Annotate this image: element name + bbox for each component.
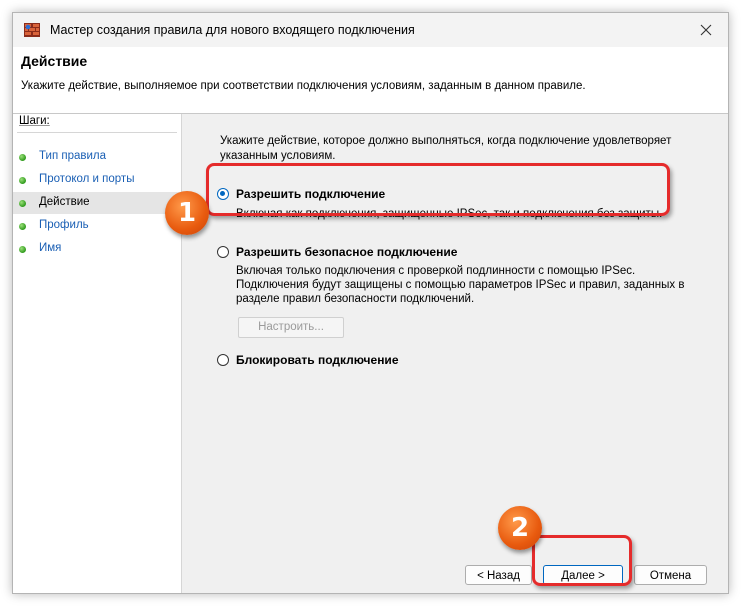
block-connection-label[interactable]: Блокировать подключение bbox=[236, 353, 399, 367]
intro-text: Укажите действие, которое должно выполня… bbox=[220, 135, 672, 162]
step-status-icon bbox=[19, 177, 26, 184]
step-label: Действие bbox=[39, 196, 90, 208]
step-name[interactable]: Имя bbox=[13, 238, 181, 260]
firewall-wall-icon bbox=[24, 23, 40, 37]
step-label[interactable]: Тип правила bbox=[39, 150, 106, 162]
back-button[interactable]: < Назад bbox=[465, 565, 532, 585]
wizard-window: Мастер создания правила для нового входя… bbox=[12, 12, 729, 594]
steps-title: Шаги: bbox=[19, 115, 50, 127]
step-action: Действие bbox=[13, 192, 181, 214]
description-line: Включая только подключения с проверкой п… bbox=[236, 265, 636, 277]
page-title: Действие bbox=[21, 53, 88, 69]
description-line: Подключения будут защищены с помощью пар… bbox=[236, 279, 685, 291]
allow-secure-connection-radio[interactable] bbox=[217, 246, 229, 258]
step-status-icon bbox=[19, 223, 26, 230]
description-line: разделе правил безопасности подключений. bbox=[236, 293, 475, 305]
step-label[interactable]: Профиль bbox=[39, 219, 89, 231]
wizard-header: Действие Укажите действие, выполняемое п… bbox=[13, 47, 728, 114]
block-connection-radio[interactable] bbox=[217, 354, 229, 366]
step-label[interactable]: Имя bbox=[39, 242, 61, 254]
step-badge-2: 2 bbox=[498, 506, 542, 550]
allow-secure-connection-label[interactable]: Разрешить безопасное подключение bbox=[236, 245, 457, 259]
steps-divider bbox=[17, 132, 177, 133]
close-icon bbox=[700, 24, 712, 36]
page-description: Укажите действие, выполняемое при соотве… bbox=[21, 80, 586, 92]
step-badge-1: 1 bbox=[165, 191, 209, 235]
close-button[interactable] bbox=[692, 17, 720, 43]
step-profile[interactable]: Профиль bbox=[13, 215, 181, 237]
title-bar: Мастер создания правила для нового входя… bbox=[13, 13, 728, 47]
allow-secure-description: Включая только подключения с проверкой п… bbox=[236, 264, 684, 306]
step-protocol-ports[interactable]: Протокол и порты bbox=[13, 169, 181, 191]
steps-pane: Шаги: Тип правила Протокол и порты Дейст… bbox=[13, 114, 182, 593]
step-status-icon bbox=[19, 154, 26, 161]
step-label[interactable]: Протокол и порты bbox=[39, 173, 134, 185]
window-title: Мастер создания правила для нового входя… bbox=[50, 23, 415, 37]
step-rule-type[interactable]: Тип правила bbox=[13, 146, 181, 168]
highlight-allow-option bbox=[206, 163, 670, 216]
step-status-icon bbox=[19, 246, 26, 253]
highlight-next-button bbox=[532, 535, 632, 586]
cancel-button[interactable]: Отмена bbox=[634, 565, 707, 585]
step-status-icon bbox=[19, 200, 26, 207]
customize-button[interactable]: Настроить... bbox=[238, 317, 344, 338]
